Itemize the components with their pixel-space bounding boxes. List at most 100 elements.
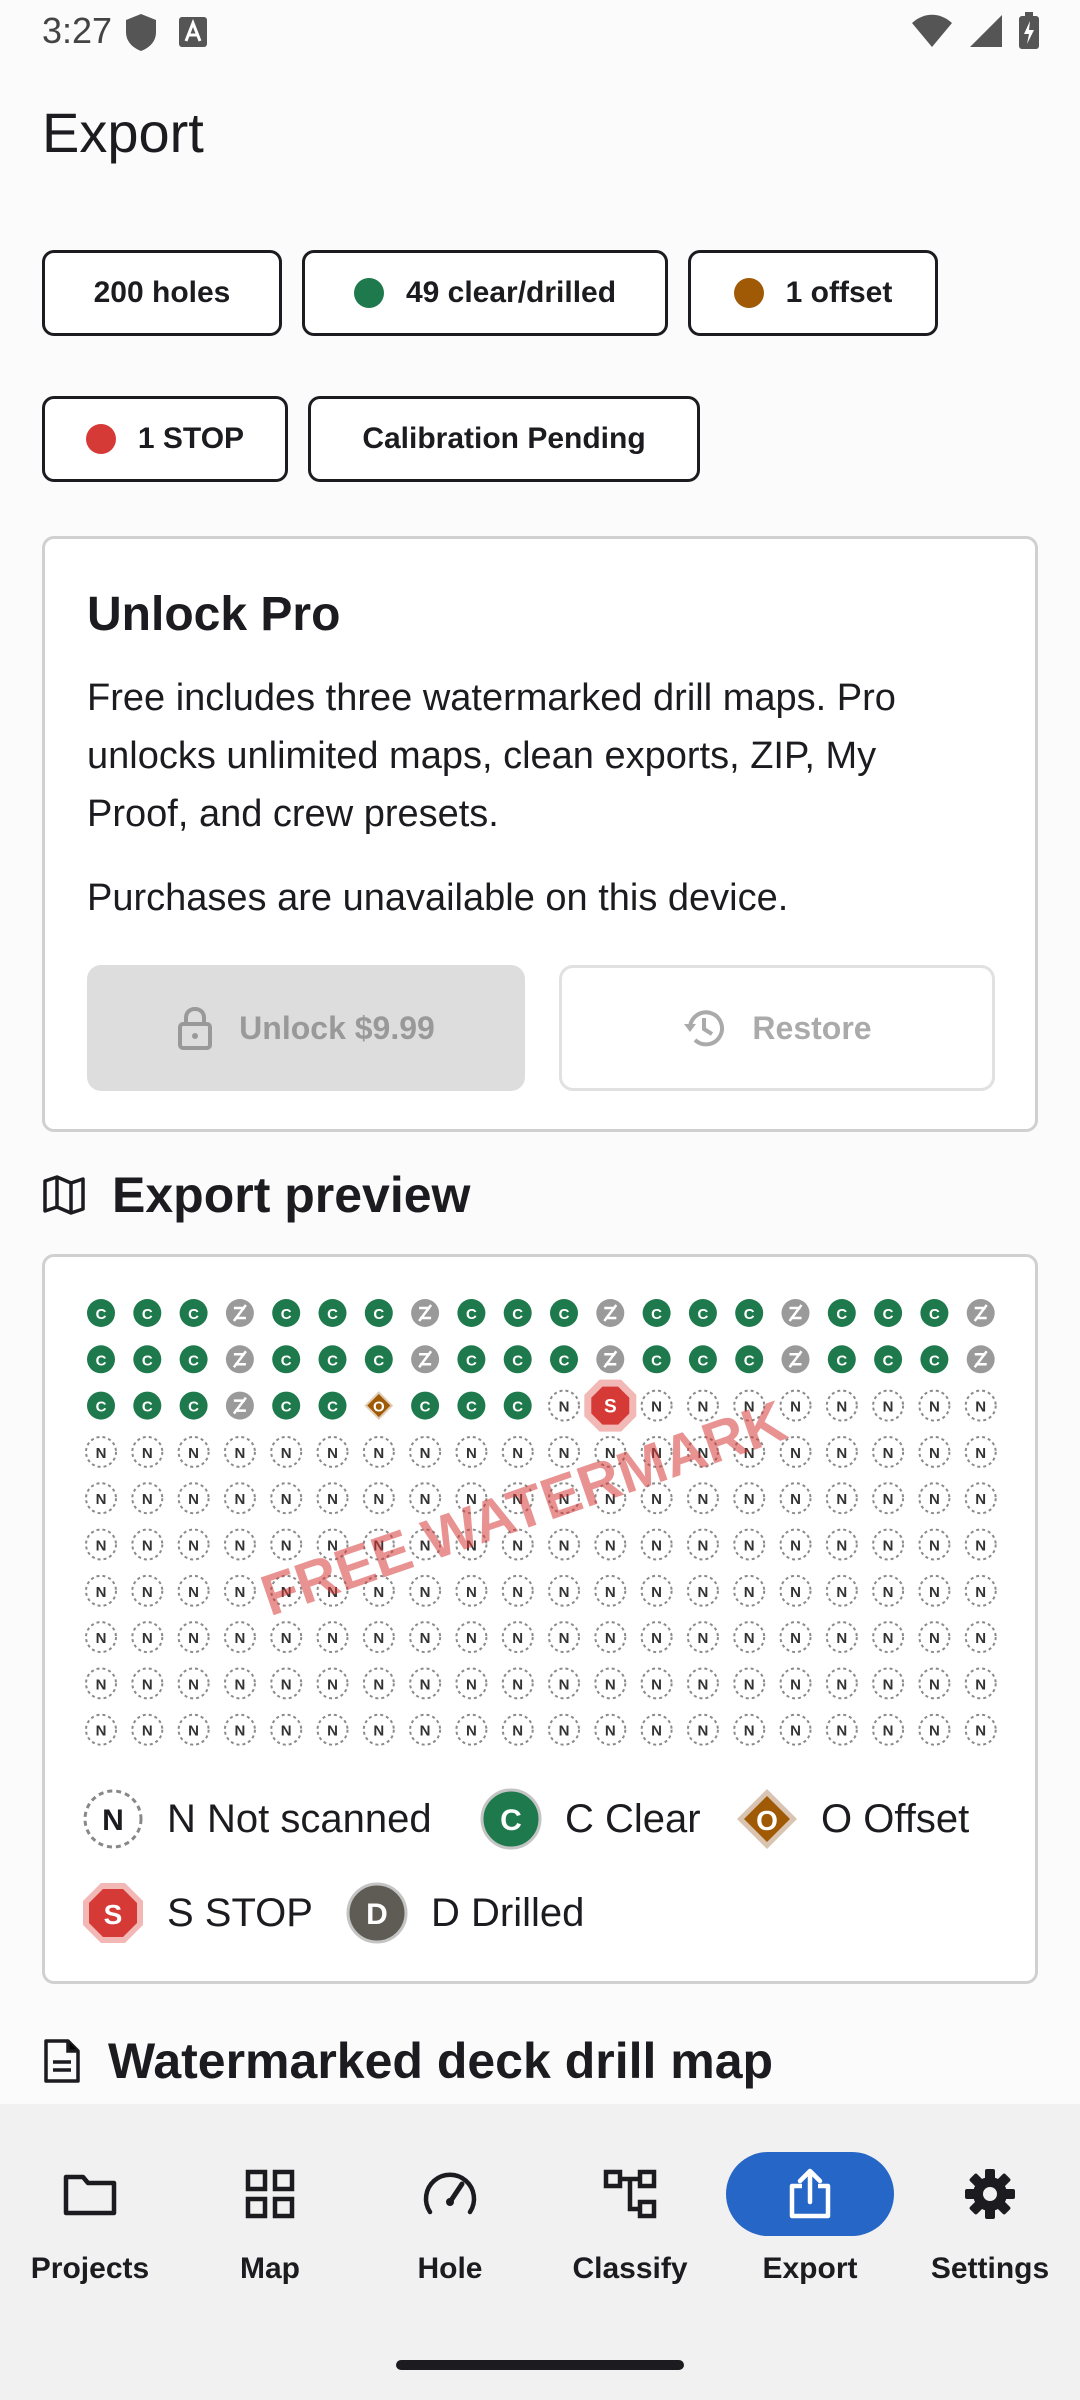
svg-text:N: N xyxy=(466,1676,477,1693)
svg-text:S: S xyxy=(604,1397,617,1418)
hole-marker-not-scanned: N xyxy=(409,1435,442,1468)
legend-item-offset: O O Offset xyxy=(735,1787,969,1851)
hole-marker-not-scanned: N xyxy=(223,1435,256,1468)
svg-text:C: C xyxy=(651,1352,662,1369)
hole-marker-not-scanned: N xyxy=(594,1528,627,1561)
hole-marker-not-scanned: N xyxy=(686,1667,719,1700)
hole-marker-clear: C xyxy=(318,1299,347,1327)
svg-text:C: C xyxy=(188,1399,199,1416)
hole-marker-not-scanned: N xyxy=(223,1528,256,1561)
hole-marker-clear: C xyxy=(503,1391,532,1420)
hole-marker-not-scanned: N xyxy=(85,1713,117,1746)
svg-text:C: C xyxy=(559,1352,570,1369)
svg-text:N: N xyxy=(96,1676,107,1693)
holes-count-chip[interactable]: 200 holes xyxy=(42,250,282,336)
restore-button[interactable]: Restore xyxy=(559,965,995,1091)
nav-settings[interactable]: Settings xyxy=(900,2152,1080,2292)
unlock-button[interactable]: Unlock $9.99 xyxy=(87,965,525,1091)
hole-marker-not-scanned: N xyxy=(733,1574,766,1607)
hole-marker-not-scanned: N xyxy=(872,1389,905,1422)
hole-marker-not-scanned: N xyxy=(964,1435,997,1468)
svg-text:N: N xyxy=(96,1538,107,1555)
svg-text:N: N xyxy=(697,1676,708,1693)
svg-text:N: N xyxy=(929,1538,940,1555)
svg-text:N: N xyxy=(142,1630,153,1647)
svg-text:N: N xyxy=(790,1584,801,1601)
svg-text:N: N xyxy=(744,1630,755,1647)
speedometer-icon xyxy=(423,2172,477,2215)
svg-text:N: N xyxy=(281,1445,292,1462)
page-title: Export xyxy=(42,101,204,164)
nav-export[interactable]: Export xyxy=(720,2152,900,2292)
svg-text:N: N xyxy=(188,1584,199,1601)
hole-marker-not-scanned: N xyxy=(223,1482,256,1515)
hole-marker-drilled xyxy=(966,1345,995,1374)
home-indicator[interactable] xyxy=(396,2360,684,2370)
svg-text:N: N xyxy=(142,1584,153,1601)
svg-text:C: C xyxy=(883,1306,894,1323)
svg-text:N: N xyxy=(559,1399,570,1416)
hole-marker-not-scanned: N xyxy=(779,1621,812,1654)
hole-marker-not-scanned: N xyxy=(177,1667,210,1700)
legend-label: O Offset xyxy=(821,1796,970,1841)
hole-marker-not-scanned: N xyxy=(779,1528,812,1561)
svg-text:N: N xyxy=(512,1584,523,1601)
hole-marker-clear: C xyxy=(827,1299,856,1327)
hole-marker-not-scanned: N xyxy=(640,1574,673,1607)
nav-hole[interactable]: Hole xyxy=(360,2152,540,2292)
svg-text:C: C xyxy=(697,1352,708,1369)
shield-icon xyxy=(126,14,156,51)
hole-marker-clear: C xyxy=(364,1345,393,1374)
clear-drilled-chip[interactable]: 49 clear/drilled xyxy=(302,250,668,336)
hole-marker-not-scanned: N xyxy=(316,1435,349,1468)
svg-text:D: D xyxy=(366,1898,388,1931)
status-left-icons xyxy=(124,12,208,52)
hole-marker-not-scanned: N xyxy=(362,1713,395,1746)
svg-text:N: N xyxy=(929,1723,940,1740)
svg-text:C: C xyxy=(281,1399,292,1416)
clear-marker-icon: C xyxy=(480,1788,542,1850)
hole-marker-not-scanned: N xyxy=(825,1528,858,1561)
svg-text:N: N xyxy=(234,1491,245,1508)
calibration-chip[interactable]: Calibration Pending xyxy=(308,396,700,482)
text-a-icon xyxy=(179,17,207,47)
nav-label: Hole xyxy=(417,2252,483,2285)
hole-marker-not-scanned: N xyxy=(316,1621,349,1654)
svg-text:C: C xyxy=(373,1306,384,1323)
hole-marker-not-scanned: N xyxy=(177,1435,210,1468)
svg-text:N: N xyxy=(975,1445,986,1462)
hole-marker-not-scanned: N xyxy=(131,1528,164,1561)
svg-text:C: C xyxy=(929,1352,940,1369)
nav-classify[interactable]: Classify xyxy=(540,2152,720,2292)
nav-map[interactable]: Map xyxy=(180,2152,360,2292)
svg-text:N: N xyxy=(697,1491,708,1508)
hole-marker-not-scanned: N xyxy=(409,1621,442,1654)
hole-marker-not-scanned: N xyxy=(686,1621,719,1654)
hole-marker-clear: C xyxy=(642,1345,671,1374)
stop-chip[interactable]: 1 STOP xyxy=(42,396,288,482)
svg-text:N: N xyxy=(929,1676,940,1693)
hole-marker-not-scanned: N xyxy=(872,1713,905,1746)
svg-text:N: N xyxy=(373,1723,384,1740)
hole-marker-not-scanned: N xyxy=(223,1667,256,1700)
legend-label: D Drilled xyxy=(431,1890,585,1935)
hole-marker-not-scanned: N xyxy=(131,1621,164,1654)
hole-marker-not-scanned: N xyxy=(733,1713,766,1746)
svg-text:N: N xyxy=(188,1491,199,1508)
hole-marker-clear: C xyxy=(735,1345,764,1374)
hole-marker-clear: C xyxy=(133,1299,162,1327)
svg-text:N: N xyxy=(975,1399,986,1416)
hole-marker-not-scanned: N xyxy=(964,1482,997,1515)
svg-text:N: N xyxy=(697,1723,708,1740)
nav-label: Projects xyxy=(30,2252,150,2285)
nav-projects[interactable]: Projects xyxy=(0,2152,180,2292)
nav-icon-container-active xyxy=(726,2152,894,2236)
svg-text:N: N xyxy=(790,1538,801,1555)
hole-marker-not-scanned: N xyxy=(548,1528,580,1561)
hole-marker-not-scanned: N xyxy=(918,1389,951,1422)
svg-text:N: N xyxy=(559,1630,570,1647)
hole-marker-not-scanned: N xyxy=(640,1713,673,1746)
stop-marker-icon: S xyxy=(83,1883,143,1943)
offset-chip[interactable]: 1 offset xyxy=(688,250,938,336)
svg-text:C: C xyxy=(188,1352,199,1369)
